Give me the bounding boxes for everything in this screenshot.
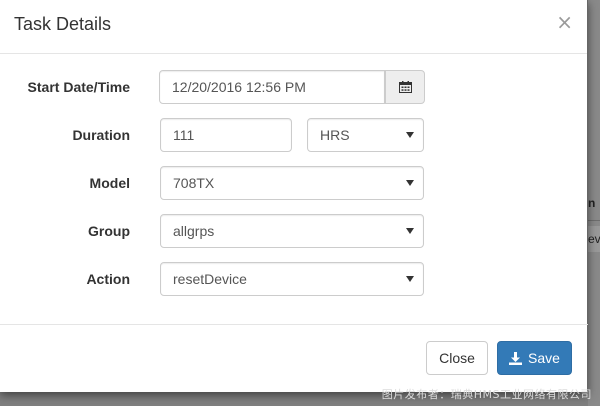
duration-row: Duration HRS xyxy=(0,118,588,152)
modal-title: Task Details xyxy=(14,14,112,34)
model-value: 708TX xyxy=(173,175,215,191)
action-value: resetDevice xyxy=(173,271,247,287)
group-label: Group xyxy=(88,223,130,239)
group-select[interactable]: allgrps xyxy=(160,214,424,248)
task-details-modal: Task Details × Start Date/Time 12/20/201… xyxy=(0,0,588,392)
modal-header: Task Details × xyxy=(0,0,587,54)
calendar-button[interactable] xyxy=(385,70,425,104)
model-row: Model 708TX xyxy=(0,166,588,200)
background-divider xyxy=(588,220,600,221)
start-datetime-row: Start Date/Time xyxy=(0,70,588,104)
background-page: n ev xyxy=(588,0,600,406)
calendar-icon xyxy=(399,81,412,93)
save-button[interactable]: Save xyxy=(497,341,572,375)
start-datetime-label: Start Date/Time xyxy=(27,79,130,95)
close-button[interactable]: Close xyxy=(426,341,488,375)
watermark-text: 图片发布者：瑞典HMS工业网络有限公司 xyxy=(381,388,592,401)
background-column-header: n xyxy=(588,196,596,210)
group-row: Group allgrps xyxy=(0,214,588,248)
modal-body: Start Date/Time 12/20/2016 12:56 PM Dura… xyxy=(0,54,587,324)
close-icon[interactable]: × xyxy=(556,12,573,32)
model-label: Model xyxy=(89,175,130,191)
duration-input[interactable] xyxy=(160,118,292,152)
group-value: allgrps xyxy=(173,223,215,239)
action-label: Action xyxy=(86,271,130,287)
background-table-row: ev xyxy=(588,226,600,252)
download-icon xyxy=(509,352,523,365)
modal-footer: Close Save xyxy=(0,324,588,392)
start-datetime-input[interactable] xyxy=(159,70,385,104)
duration-unit-select[interactable]: HRS xyxy=(307,118,424,152)
model-select[interactable]: 708TX xyxy=(160,166,424,200)
action-select[interactable]: resetDevice xyxy=(160,262,424,296)
duration-label: Duration xyxy=(72,127,130,143)
duration-unit-value: HRS xyxy=(320,127,350,143)
save-label: Save xyxy=(528,350,560,366)
action-row: Action resetDevice xyxy=(0,262,588,296)
